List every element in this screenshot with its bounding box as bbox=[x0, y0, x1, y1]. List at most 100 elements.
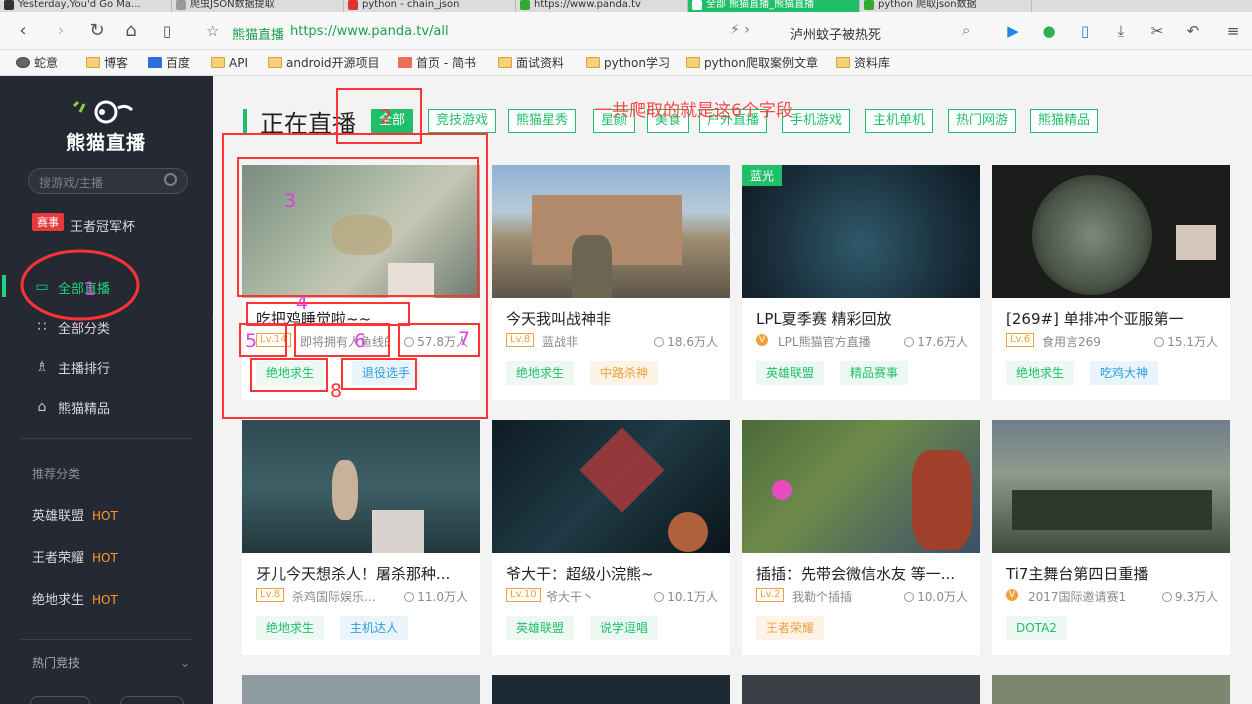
register-button[interactable] bbox=[120, 696, 184, 704]
chevron-down-icon[interactable]: ⌄ bbox=[180, 656, 190, 670]
browser-tab[interactable]: https://www.panda.tv bbox=[516, 0, 688, 12]
category-lol[interactable]: 英雄联盟 HOT bbox=[32, 505, 118, 524]
host-name[interactable]: LPL熊猫官方直播 bbox=[778, 333, 888, 350]
stream-title[interactable]: 吃把鸡睡觉啦~~ bbox=[256, 308, 471, 329]
undo-icon[interactable]: ↶ bbox=[1182, 20, 1204, 42]
stream-title[interactable]: LPL夏季赛 精彩回放 bbox=[756, 308, 971, 329]
live-card[interactable]: 蓝光 LPL夏季赛 精彩回放 V LPL熊猫官方直播 17.6万人 英雄联盟 精… bbox=[742, 165, 980, 400]
tag[interactable]: 说学逗唱 bbox=[590, 616, 659, 640]
host-name[interactable]: 即将拥有人鱼线的... bbox=[300, 333, 390, 350]
search-icon[interactable]: ⌕ bbox=[962, 21, 970, 39]
play-icon[interactable]: ▶ bbox=[1002, 20, 1024, 42]
live-card[interactable] bbox=[992, 675, 1230, 704]
bookmark-item[interactable]: 资料库 bbox=[836, 55, 890, 71]
reader-icon[interactable]: ▯ bbox=[156, 20, 178, 42]
filter-tab[interactable]: 熊猫精品 bbox=[1030, 109, 1099, 133]
bookmark-item[interactable]: 百度 bbox=[148, 55, 190, 71]
tag[interactable]: 退役选手 bbox=[352, 361, 421, 385]
live-card[interactable]: Ti7主舞台第四日重播 V 2017国际邀请赛1 9.3万人 DOTA2 bbox=[992, 420, 1230, 655]
bookmark-item[interactable]: 蛇意 bbox=[16, 55, 58, 71]
tag[interactable]: 精品赛事 bbox=[840, 361, 909, 385]
bookmark-item[interactable]: android开源项目 bbox=[268, 55, 380, 71]
stream-thumbnail[interactable] bbox=[742, 420, 980, 553]
tag[interactable]: 英雄联盟 bbox=[756, 361, 825, 385]
sidebar-item-ranking[interactable]: ♗ 主播排行 bbox=[0, 352, 213, 382]
filter-tab[interactable]: 热门网游 bbox=[948, 109, 1017, 133]
tag[interactable]: 吃鸡大神 bbox=[1090, 361, 1159, 385]
tag[interactable]: 主机达人 bbox=[340, 616, 409, 640]
stream-thumbnail[interactable] bbox=[242, 420, 480, 553]
category-pubg[interactable]: 绝地求生 HOT bbox=[32, 589, 118, 608]
stream-thumbnail[interactable] bbox=[992, 165, 1230, 298]
live-card[interactable]: 今天我叫战神非 Lv.8 蓝战非 18.6万人 绝地求生 中路杀神 bbox=[492, 165, 730, 400]
stream-title[interactable]: 爷大干：超级小浣熊~ bbox=[506, 563, 721, 584]
phone-icon[interactable]: ▯ bbox=[1074, 20, 1096, 42]
stream-thumbnail[interactable]: 蓝光 bbox=[742, 165, 980, 298]
bookmark-item[interactable]: python爬取案例文章 bbox=[686, 55, 818, 71]
live-card[interactable] bbox=[742, 675, 980, 704]
browser-tab[interactable]: 爬虫JSON数据提取 bbox=[172, 0, 344, 12]
live-card[interactable]: 牙儿今天想杀人！屠杀那种... Lv.8 杀鸡国际娱乐... 11.0万人 绝地… bbox=[242, 420, 480, 655]
stream-thumbnail[interactable] bbox=[992, 420, 1230, 553]
bookmark-star-icon[interactable]: ☆ bbox=[206, 22, 219, 40]
tag[interactable]: DOTA2 bbox=[1006, 616, 1067, 640]
host-name[interactable]: 爷大干丶 bbox=[546, 588, 636, 605]
bookmark-item[interactable]: 博客 bbox=[86, 55, 128, 71]
host-name[interactable]: 杀鸡国际娱乐... bbox=[292, 588, 382, 605]
sidebar-item-featured[interactable]: ⌂ 熊猫精品 bbox=[0, 392, 213, 422]
refresh-icon[interactable]: ↻ bbox=[86, 20, 108, 42]
browser-tab[interactable]: Yesterday,You'd Go Ma... bbox=[0, 0, 172, 12]
event-link[interactable]: 王者冠军杯 bbox=[70, 216, 135, 235]
filter-tab[interactable]: 熊猫星秀 bbox=[508, 109, 577, 133]
live-card[interactable]: 吃把鸡睡觉啦~~ Lv.14 即将拥有人鱼线的... 57.8万人 绝地求生 退… bbox=[242, 165, 480, 400]
stream-title[interactable]: [269#] 单排冲个亚服第一 bbox=[1006, 308, 1221, 329]
tag[interactable]: 绝地求生 bbox=[1006, 361, 1075, 385]
browser-tab[interactable]: python 爬取json数据 bbox=[860, 0, 1032, 12]
stream-thumbnail[interactable] bbox=[242, 165, 480, 298]
filter-tab[interactable]: 竞技游戏 bbox=[428, 109, 497, 133]
tag[interactable]: 王者荣耀 bbox=[756, 616, 825, 640]
stream-title[interactable]: 插插：先带会微信水友 等一... bbox=[756, 563, 971, 584]
category-wangzhe[interactable]: 王者荣耀 HOT bbox=[32, 547, 118, 566]
live-card[interactable] bbox=[492, 675, 730, 704]
browser-tab[interactable]: python - chain_json bbox=[344, 0, 516, 12]
bookmark-item[interactable]: API bbox=[211, 55, 248, 71]
sidebar-item-all-live[interactable]: ▭ 全部直播 bbox=[0, 272, 213, 302]
panda-logo[interactable]: 熊猫直播 bbox=[66, 98, 146, 158]
sidebar-item-all-categories[interactable]: ∷ 全部分类 bbox=[0, 312, 213, 342]
forward-icon[interactable]: › bbox=[50, 20, 72, 42]
stream-title[interactable]: Ti7主舞台第四日重播 bbox=[1006, 563, 1221, 584]
stream-title[interactable]: 今天我叫战神非 bbox=[506, 308, 721, 329]
chat-icon[interactable]: ● bbox=[1038, 20, 1060, 42]
download-icon[interactable]: ⤓ bbox=[1110, 20, 1132, 42]
menu-icon[interactable]: ≡ bbox=[1222, 20, 1244, 42]
live-card[interactable] bbox=[242, 675, 480, 704]
filter-all[interactable]: 全部 bbox=[371, 109, 414, 133]
hot-search-text[interactable]: 泸州蚊子被热死 bbox=[790, 24, 881, 43]
live-card[interactable]: 爷大干：超级小浣熊~ Lv.10 爷大干丶 10.1万人 英雄联盟 说学逗唱 bbox=[492, 420, 730, 655]
back-icon[interactable]: ‹ bbox=[12, 20, 34, 42]
host-name[interactable]: 食用言269 bbox=[1042, 333, 1132, 350]
stream-thumbnail[interactable] bbox=[492, 165, 730, 298]
lightning-icon[interactable]: ⚡ › bbox=[730, 22, 750, 38]
host-name[interactable]: 我勒个插插 bbox=[792, 588, 882, 605]
scissors-icon[interactable]: ✂ bbox=[1146, 20, 1168, 42]
live-card[interactable]: 插插：先带会微信水友 等一... Lv.2 我勒个插插 10.0万人 王者荣耀 bbox=[742, 420, 980, 655]
stream-title[interactable]: 牙儿今天想杀人！屠杀那种... bbox=[256, 563, 471, 584]
search-icon[interactable] bbox=[164, 173, 177, 186]
tag[interactable]: 中路杀神 bbox=[590, 361, 659, 385]
bookmark-item[interactable]: python学习 bbox=[586, 55, 670, 71]
browser-tab-active[interactable]: 全部 熊猫直播_熊猫直播 bbox=[688, 0, 860, 12]
host-name[interactable]: 2017国际邀请赛1 bbox=[1028, 588, 1138, 605]
filter-tab[interactable]: 主机单机 bbox=[865, 109, 934, 133]
host-name[interactable]: 蓝战非 bbox=[542, 333, 632, 350]
login-button[interactable] bbox=[30, 696, 90, 704]
bookmark-item[interactable]: 首页 - 简书 bbox=[398, 55, 476, 71]
url-bar[interactable]: ☆ 熊猫直播 https://www.panda.tv/all ⚡ › 泸州蚊子… bbox=[200, 18, 990, 44]
tag[interactable]: 绝地求生 bbox=[506, 361, 575, 385]
tag[interactable]: 绝地求生 bbox=[256, 361, 325, 385]
home-icon[interactable]: ⌂ bbox=[120, 20, 142, 42]
more-categories[interactable]: 热门竞技 bbox=[32, 654, 80, 671]
sidebar-search-input[interactable]: 搜游戏/主播 bbox=[28, 168, 188, 194]
tag[interactable]: 绝地求生 bbox=[256, 616, 325, 640]
